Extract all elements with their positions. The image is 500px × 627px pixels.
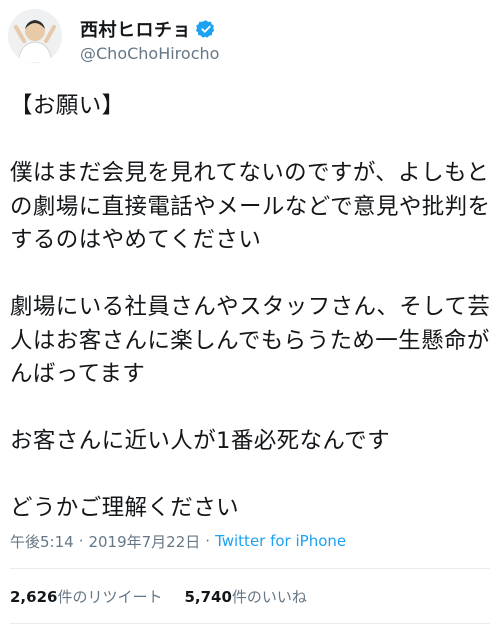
likes-stat[interactable]: 5,740 件のいいね xyxy=(184,586,306,607)
retweets-count: 2,626 xyxy=(10,587,58,606)
tweet-meta: 午後5:14 · 2019年7月22日 · Twitter for iPhone xyxy=(10,530,346,552)
tweet-paragraph-2: 僕はまだ会見を見れてないのですが、よしもとの劇場に直接電話やメールなどで意見や批… xyxy=(10,160,491,253)
tweet-card: 西村ヒロチョ @ChoChoHirocho 【お願い】 僕はまだ会見を見れてない… xyxy=(0,0,500,627)
meta-separator: · xyxy=(78,532,84,550)
tweet-paragraph-1: 【お願い】 xyxy=(10,93,125,119)
tweet-date[interactable]: 2019年7月22日 xyxy=(88,531,200,552)
tweet-time[interactable]: 午後5:14 xyxy=(10,531,74,552)
verified-badge-icon xyxy=(195,19,216,39)
name-row: 西村ヒロチョ xyxy=(80,16,216,42)
display-name[interactable]: 西村ヒロチョ xyxy=(80,16,191,42)
tweet-stats: 2,626 件のリツイート 5,740 件のいいね xyxy=(10,584,307,608)
tweet-text: 【お願い】 僕はまだ会見を見れてないのですが、よしもとの劇場に直接電話やメールな… xyxy=(10,90,495,526)
tweet-source-link[interactable]: Twitter for iPhone xyxy=(215,532,346,550)
likes-label: 件のいいね xyxy=(231,587,307,606)
retweets-label: 件のリツイート xyxy=(57,587,163,606)
divider xyxy=(10,623,490,624)
tweet-paragraph-5: どうかご理解ください xyxy=(10,495,240,521)
user-handle[interactable]: @ChoChoHirocho xyxy=(80,44,219,63)
tweet-paragraph-4: お客さんに近い人が1番必死なんです xyxy=(10,428,390,454)
avatar[interactable] xyxy=(8,9,62,63)
likes-count: 5,740 xyxy=(184,587,232,606)
tweet-paragraph-3: 劇場にいる社員さんやスタッフさん、そして芸人はお客さんに楽しんでもらうため一生懸… xyxy=(10,294,491,387)
retweets-stat[interactable]: 2,626 件のリツイート xyxy=(10,586,162,607)
avatar-image xyxy=(8,9,62,63)
divider xyxy=(10,568,490,569)
meta-separator: · xyxy=(205,532,211,550)
